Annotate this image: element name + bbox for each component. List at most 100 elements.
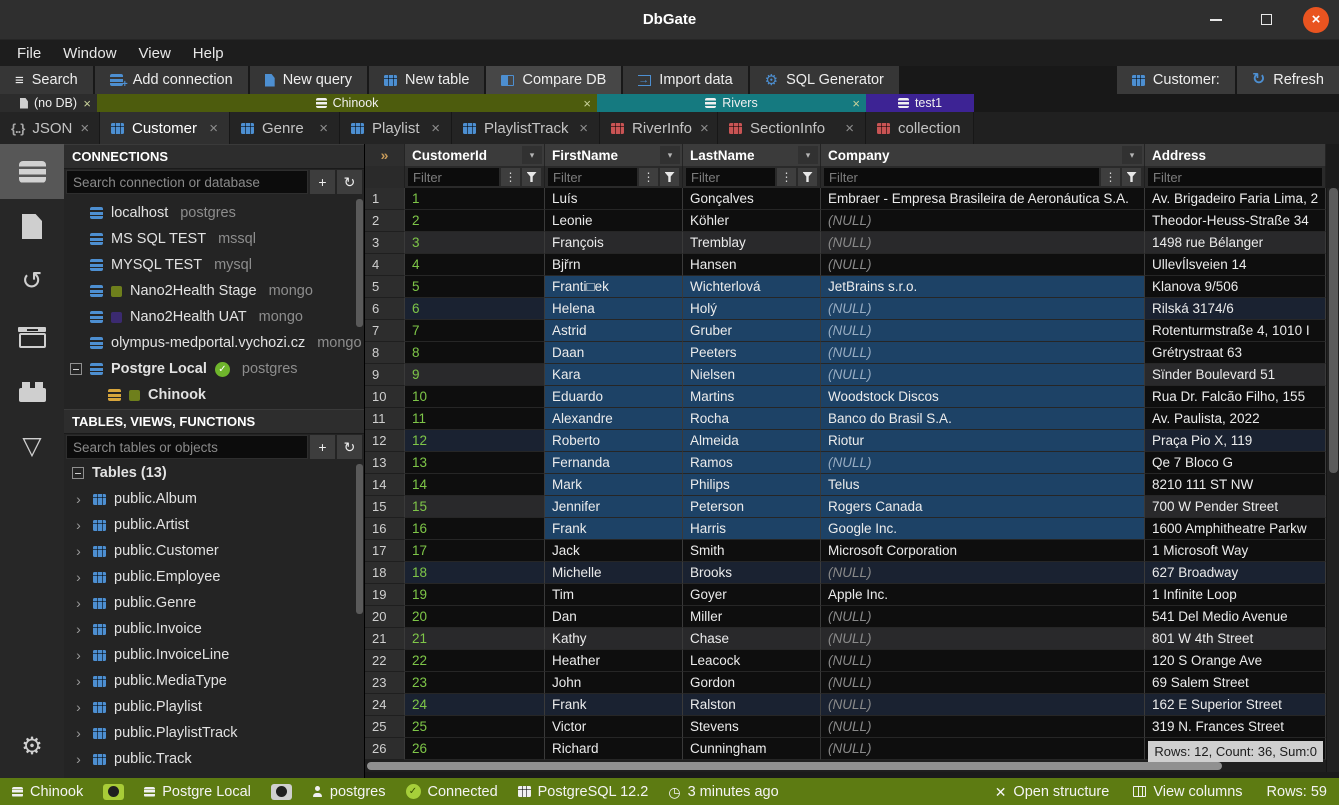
sidebar-widget-database[interactable] (0, 144, 64, 199)
menu-help[interactable]: Help (182, 45, 235, 62)
grid-cell[interactable]: (NULL) (821, 606, 1145, 628)
grid-cell[interactable]: Google Inc. (821, 518, 1145, 540)
grid-cell[interactable]: (NULL) (821, 210, 1145, 232)
sidebar-widget-history[interactable]: ↺ (0, 254, 64, 309)
toolbar-button-add-connection[interactable]: +Add connection (95, 66, 250, 94)
row-number[interactable]: 9 (365, 364, 405, 386)
grid-cell[interactable]: Helena (545, 298, 683, 320)
grid-cell[interactable]: François (545, 232, 683, 254)
column-dropdown-button[interactable]: ▾ (522, 146, 542, 164)
row-number[interactable]: 20 (365, 606, 405, 628)
column-header-lastname[interactable]: LastName▾ (683, 144, 821, 166)
grid-cell[interactable]: 22 (405, 650, 545, 672)
grid-cell[interactable]: Gruber (683, 320, 821, 342)
grid-cell[interactable]: Telus (821, 474, 1145, 496)
tab-customer[interactable]: Customer× (100, 112, 230, 144)
grid-cell[interactable]: Holý (683, 298, 821, 320)
filter-menu-button[interactable]: ⋮ (639, 168, 658, 186)
grid-cell[interactable]: Kara (545, 364, 683, 386)
grid-cell[interactable]: Ramos (683, 452, 821, 474)
grid-cell[interactable]: Frank (545, 518, 683, 540)
grid-cell[interactable]: 7 (405, 320, 545, 342)
close-icon[interactable]: × (83, 96, 91, 111)
tables-search-input[interactable] (66, 435, 308, 459)
tab-riverinfo[interactable]: RiverInfo× (600, 112, 718, 144)
connection-item[interactable]: olympus-medportal.vychozi.czmongo (64, 330, 364, 356)
grid-cell[interactable]: Brooks (683, 562, 821, 584)
grid-cell[interactable]: Chase (683, 628, 821, 650)
column-dropdown-button[interactable]: ▾ (660, 146, 680, 164)
row-number[interactable]: 3 (365, 232, 405, 254)
toolbar-button-refresh[interactable]: ↻Refresh (1235, 66, 1339, 94)
row-number[interactable]: 12 (365, 430, 405, 452)
column-header-customerid[interactable]: CustomerId▾ (405, 144, 545, 166)
grid-cell[interactable]: 6 (405, 298, 545, 320)
grid-cell[interactable]: 21 (405, 628, 545, 650)
grid-corner-expand[interactable]: » (365, 144, 405, 166)
grid-cell[interactable]: Jack (545, 540, 683, 562)
grid-cell[interactable]: 19 (405, 584, 545, 606)
status-action-open-structure[interactable]: ✕Open structure (995, 784, 1110, 800)
grid-cell[interactable]: 15 (405, 496, 545, 518)
grid-cell[interactable]: Richard (545, 738, 683, 760)
connection-item[interactable]: MYSQL TESTmysql (64, 252, 364, 278)
grid-cell[interactable]: Mark (545, 474, 683, 496)
grid-cell[interactable]: Gordon (683, 672, 821, 694)
grid-cell[interactable]: 1600 Amphitheatre Parkw (1145, 518, 1326, 540)
grid-cell[interactable]: 541 Del Medio Avenue (1145, 606, 1326, 628)
grid-cell[interactable]: Rua Dr. Falcão Filho, 155 (1145, 386, 1326, 408)
grid-cell[interactable]: Gonçalves (683, 188, 821, 210)
grid-cell[interactable]: Rocha (683, 408, 821, 430)
status-action-view-columns[interactable]: View columns (1133, 784, 1242, 800)
grid-cell[interactable]: (NULL) (821, 342, 1145, 364)
row-number[interactable]: 7 (365, 320, 405, 342)
filter-input-lastname[interactable] (686, 168, 775, 186)
grid-cell[interactable]: Smith (683, 540, 821, 562)
database-item[interactable]: Chinook (64, 382, 364, 408)
grid-cell[interactable]: Harris (683, 518, 821, 540)
grid-cell[interactable]: Franti□ek (545, 276, 683, 298)
row-number[interactable]: 4 (365, 254, 405, 276)
grid-cell[interactable]: 1 (405, 188, 545, 210)
grid-cell[interactable]: Leonie (545, 210, 683, 232)
grid-cell[interactable]: Daan (545, 342, 683, 364)
grid-cell[interactable]: Astrid (545, 320, 683, 342)
grid-cell[interactable]: Microsoft Corporation (821, 540, 1145, 562)
grid-cell[interactable]: (NULL) (821, 562, 1145, 584)
grid-cell[interactable]: 16 (405, 518, 545, 540)
grid-cell[interactable]: 1 Infinite Loop (1145, 584, 1326, 606)
close-icon[interactable]: × (583, 96, 591, 111)
grid-cell[interactable]: Hansen (683, 254, 821, 276)
row-number[interactable]: 22 (365, 650, 405, 672)
refresh-tables-button[interactable]: ↻ (337, 435, 362, 459)
tables-group-row[interactable]: Tables (13) (64, 460, 364, 486)
grid-cell[interactable]: 801 W 4th Street (1145, 628, 1326, 650)
collapse-icon[interactable] (70, 363, 82, 375)
grid-cell[interactable]: 20 (405, 606, 545, 628)
sidebar-widget-settings[interactable]: ⚙ (0, 719, 64, 774)
tables-scrollbar-thumb[interactable] (356, 464, 363, 614)
connection-item[interactable]: Postgre Local✓postgres (64, 356, 364, 382)
tab-group-test1[interactable]: test1 (866, 94, 974, 112)
grid-cell[interactable]: Frank (545, 694, 683, 716)
table-item[interactable]: ›public.Invoice (64, 616, 364, 642)
add-table-small-button[interactable]: + (310, 435, 335, 459)
grid-cell[interactable]: (NULL) (821, 650, 1145, 672)
grid-cell[interactable]: Miller (683, 606, 821, 628)
grid-cell[interactable]: (NULL) (821, 672, 1145, 694)
column-dropdown-button[interactable]: ▾ (1122, 146, 1142, 164)
grid-cell[interactable]: Embraer - Empresa Brasileira de Aeronáut… (821, 188, 1145, 210)
row-number[interactable]: 14 (365, 474, 405, 496)
row-number[interactable]: 21 (365, 628, 405, 650)
grid-cell[interactable]: Grétrystraat 63 (1145, 342, 1326, 364)
row-number[interactable]: 25 (365, 716, 405, 738)
grid-cell[interactable]: Nielsen (683, 364, 821, 386)
grid-cell[interactable]: 17 (405, 540, 545, 562)
close-icon[interactable]: × (700, 120, 709, 137)
grid-cell[interactable]: 26 (405, 738, 545, 760)
close-icon[interactable]: × (845, 120, 854, 137)
grid-cell[interactable]: 120 S Orange Ave (1145, 650, 1326, 672)
filter-input-company[interactable] (824, 168, 1099, 186)
tab-playlisttrack[interactable]: PlaylistTrack× (452, 112, 600, 144)
grid-cell[interactable]: 8 (405, 342, 545, 364)
